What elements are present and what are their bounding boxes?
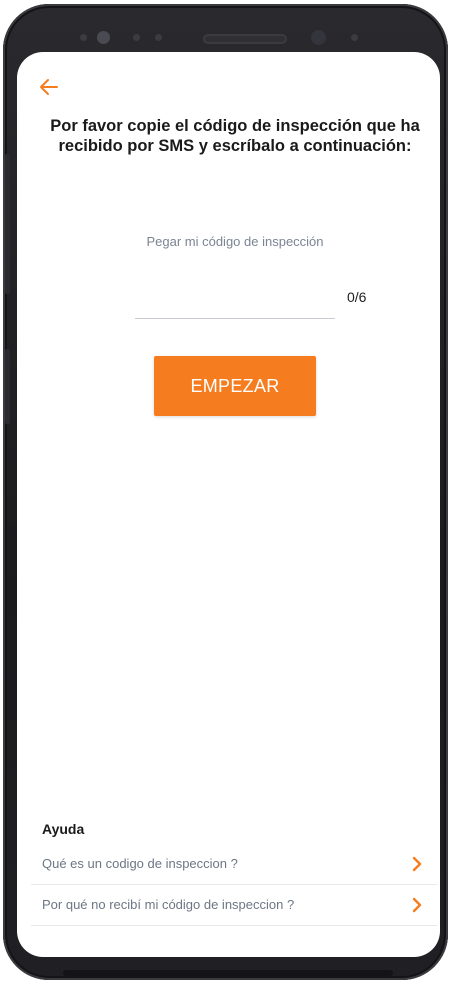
help-item-what-is-code[interactable]: Qué es un codigo de inspeccion ? (31, 844, 437, 885)
help-section-title: Ayuda (42, 821, 85, 837)
help-item-label: Qué es un codigo de inspeccion ? (42, 856, 238, 871)
code-input-hint: Pegar mi código de inspección (146, 234, 324, 249)
front-sensor-icon (133, 34, 140, 41)
help-item-label: Por qué no recibí mi código de inspeccio… (42, 897, 295, 912)
front-sensor-icon (155, 34, 162, 41)
side-button-bixby (5, 349, 10, 424)
front-camera-icon (97, 31, 110, 44)
phone-frame: Por favor copie el código de inspección … (3, 4, 448, 980)
bottom-bezel-edge (63, 970, 393, 976)
stage: Por favor copie el código de inspección … (0, 0, 451, 984)
inspection-code-input[interactable] (135, 278, 335, 319)
character-counter: 0/6 (347, 289, 367, 305)
front-sensor-icon (351, 34, 358, 41)
back-button[interactable] (37, 75, 61, 99)
page-title: Por favor copie el código de inspección … (50, 117, 420, 155)
chevron-right-icon (412, 856, 422, 872)
help-item-code-not-received[interactable]: Por qué no recibí mi código de inspeccio… (31, 885, 437, 926)
side-button-volume (5, 154, 10, 294)
chevron-right-icon (412, 897, 422, 913)
front-sensor-icon (80, 34, 87, 41)
iris-scanner-icon (311, 30, 326, 45)
start-button[interactable]: EMPEZAR (154, 356, 316, 416)
earpiece-speaker (203, 34, 287, 44)
arrow-left-icon (40, 79, 58, 95)
app-screen: Por favor copie el código de inspección … (17, 52, 440, 957)
